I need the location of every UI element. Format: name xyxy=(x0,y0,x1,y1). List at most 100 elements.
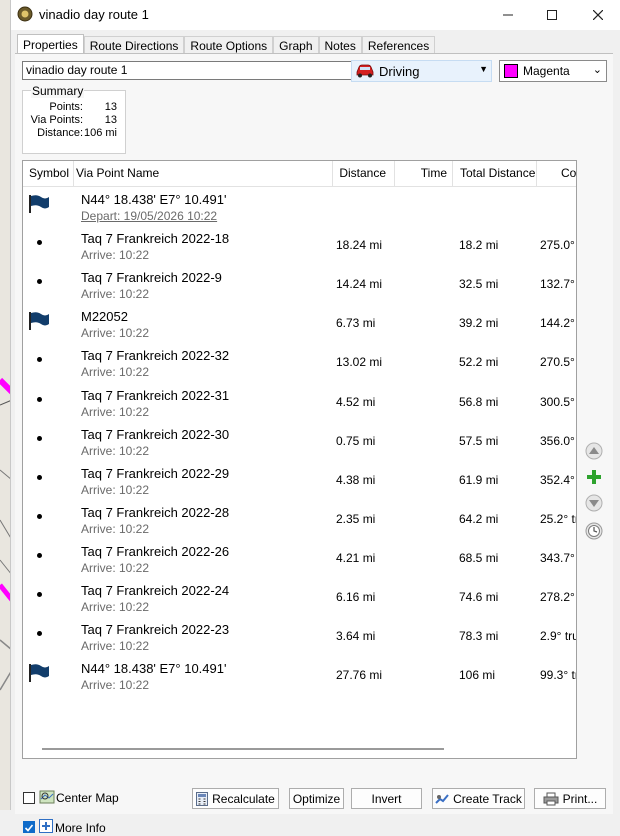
invert-button[interactable]: Invert xyxy=(351,788,422,809)
properties-panel: Driving ▼ Magenta ⌄ Summary Points: 13 V… xyxy=(15,53,613,835)
via-point-name: Taq 7 Frankreich 2022-18 xyxy=(81,231,230,247)
course-cell: 25.2° tr xyxy=(540,511,576,526)
column-header-distance[interactable]: Distance xyxy=(333,161,395,186)
route-name-input[interactable] xyxy=(22,61,352,80)
table-row[interactable]: Taq 7 Frankreich 2022-32 Arrive: 10:22 13.… xyxy=(23,345,576,384)
column-header-name[interactable]: Via Point Name xyxy=(74,161,333,186)
via-point-name: Taq 7 Frankreich 2022-24 xyxy=(81,583,230,598)
optimize-button[interactable]: Optimize xyxy=(289,788,344,809)
table-row[interactable]: Taq 7 Frankreich 2022-24 Arrive: 10:22 6.1… xyxy=(23,580,576,619)
course-cell: 356.0° t xyxy=(540,433,576,448)
dot-icon xyxy=(37,552,42,558)
table-row[interactable]: M22052 Arrive: 10:22 6.73 mi 39.2 mi 144.2° … xyxy=(23,306,576,345)
table-row[interactable]: Taq 7 Frankreich 2022-30 Arrive: 10:22 0.7… xyxy=(23,424,576,463)
total-distance-cell: 52.2 mi xyxy=(459,355,499,370)
via-point-time: Arrive: 10:22 xyxy=(81,287,150,302)
distance-cell: 14.24 mi xyxy=(336,277,383,292)
center-map-icon xyxy=(39,790,55,804)
column-header-course[interactable]: Cou xyxy=(537,161,576,186)
course-cell: 2.9° true xyxy=(540,629,576,644)
total-distance-cell: 39.2 mi xyxy=(459,316,499,331)
flag-icon xyxy=(28,311,50,334)
move-up-icon[interactable] xyxy=(585,442,603,460)
clock-icon[interactable] xyxy=(585,522,603,540)
column-header-time[interactable]: Time xyxy=(395,161,453,186)
summary-box: Summary Points: 13 Via Points: 13 Distan… xyxy=(22,84,126,154)
dot-icon xyxy=(37,631,42,637)
distance-cell: 6.16 mi xyxy=(336,590,376,604)
course-cell: 300.5° t xyxy=(540,394,576,409)
table-row[interactable]: Taq 7 Frankreich 2022-28 Arrive: 10:22 2.3… xyxy=(23,502,576,541)
minimize-icon xyxy=(503,14,513,16)
printer-icon xyxy=(543,792,559,805)
distance-cell: 4.21 mi xyxy=(336,550,376,565)
via-point-name: N44° 18.438' E7° 10.491' xyxy=(81,192,227,207)
more-info-label[interactable]: More Info xyxy=(55,821,106,835)
course-cell: 352.4° t xyxy=(540,472,576,487)
transport-mode-select[interactable]: Driving ▼ xyxy=(351,60,492,82)
via-point-time: Arrive: 10:22 xyxy=(81,248,150,263)
via-point-name: Taq 7 Frankreich 2022-26 xyxy=(81,543,230,559)
transport-mode-label: Driving xyxy=(379,63,420,79)
column-header-symbol[interactable]: Symbol xyxy=(23,161,74,186)
dropdown-arrow-icon: ▼ xyxy=(479,64,488,74)
route-properties-window: vinadio day route 1 Properties Route Dir… xyxy=(10,0,620,835)
table-row[interactable]: Taq 7 Frankreich 2022-26 Arrive: 10:22 4.2… xyxy=(23,541,576,580)
via-point-time: Arrive: 10:22 xyxy=(81,678,150,693)
maximize-icon xyxy=(547,10,557,20)
table-row[interactable]: N44° 18.438' E7° 10.491' Depart: 19/05/20… xyxy=(23,189,576,228)
distance-cell: 4.38 mi xyxy=(336,472,376,487)
table-header: Symbol Via Point Name Distance Time Tota… xyxy=(23,161,576,187)
table-row[interactable]: Taq 7 Frankreich 2022-29 Arrive: 10:22 4.3… xyxy=(23,463,576,502)
table-row[interactable]: Taq 7 Frankreich 2022-18 Arrive: 10:22 18.… xyxy=(23,228,576,267)
distance-cell: 6.73 mi xyxy=(336,316,376,331)
recalculate-button[interactable]: Recalculate xyxy=(192,788,279,809)
chevron-down-icon: ⌄ xyxy=(592,64,602,76)
close-button[interactable] xyxy=(575,0,620,30)
table-row[interactable]: Taq 7 Frankreich 2022-31 Arrive: 10:22 4.5… xyxy=(23,385,576,424)
add-icon[interactable] xyxy=(585,468,603,486)
course-cell: 278.2° t xyxy=(540,590,576,604)
calculator-icon xyxy=(196,791,209,806)
dot-icon xyxy=(37,513,42,519)
via-point-name: Taq 7 Frankreich 2022-28 xyxy=(81,504,230,520)
create-track-icon xyxy=(435,793,449,804)
tab-properties[interactable]: Properties xyxy=(17,34,84,55)
flag-icon xyxy=(28,663,50,686)
course-cell: 132.7° t xyxy=(540,277,576,292)
dot-icon xyxy=(37,474,42,480)
total-distance-cell: 32.5 mi xyxy=(459,277,499,292)
via-point-time: Arrive: 10:22 xyxy=(81,521,150,536)
more-info-checkbox[interactable] xyxy=(23,821,35,833)
table-row[interactable]: Taq 7 Frankreich 2022-9 Arrive: 10:22 14.2… xyxy=(23,267,576,306)
route-color-select[interactable]: Magenta ⌄ xyxy=(499,60,607,82)
car-icon xyxy=(356,64,374,78)
minimize-button[interactable] xyxy=(485,0,531,30)
distance-cell: 4.52 mi xyxy=(336,394,376,409)
maximize-button[interactable] xyxy=(529,0,575,30)
via-point-time: Arrive: 10:22 xyxy=(81,600,150,614)
center-map-checkbox[interactable] xyxy=(23,792,35,804)
via-point-name: Taq 7 Frankreich 2022-9 xyxy=(81,270,222,286)
via-point-time[interactable]: Depart: 19/05/2026 10:22 xyxy=(81,209,217,223)
column-header-total-distance[interactable]: Total Distance xyxy=(455,161,537,186)
total-distance-cell: 78.3 mi xyxy=(459,629,499,644)
table-row[interactable]: Taq 7 Frankreich 2022-23 Arrive: 10:22 3.6… xyxy=(23,619,576,658)
dot-icon xyxy=(37,357,42,363)
course-cell: 99.3° tr xyxy=(540,668,576,683)
course-cell: 275.0° t xyxy=(540,238,576,253)
via-points-table[interactable]: Symbol Via Point Name Distance Time Tota… xyxy=(22,160,577,759)
center-map-label[interactable]: Center Map xyxy=(56,791,119,805)
move-down-icon[interactable] xyxy=(585,494,603,512)
total-distance-cell: 68.5 mi xyxy=(459,550,499,565)
horizontal-scrollbar[interactable] xyxy=(42,748,444,750)
table-row[interactable]: N44° 18.438' E7° 10.491' Arrive: 10:22 27.… xyxy=(23,658,576,697)
create-track-button[interactable]: Create Track xyxy=(432,788,525,809)
total-distance-cell: 106 mi xyxy=(459,668,496,683)
via-point-name: Taq 7 Frankreich 2022-29 xyxy=(81,465,230,481)
via-point-time: Arrive: 10:22 xyxy=(81,443,150,458)
distance-cell: 27.76 mi xyxy=(336,668,383,683)
print-button[interactable]: Print... xyxy=(534,788,606,809)
via-point-time: Arrive: 10:22 xyxy=(81,560,150,575)
total-distance-cell: 74.6 mi xyxy=(459,590,499,604)
